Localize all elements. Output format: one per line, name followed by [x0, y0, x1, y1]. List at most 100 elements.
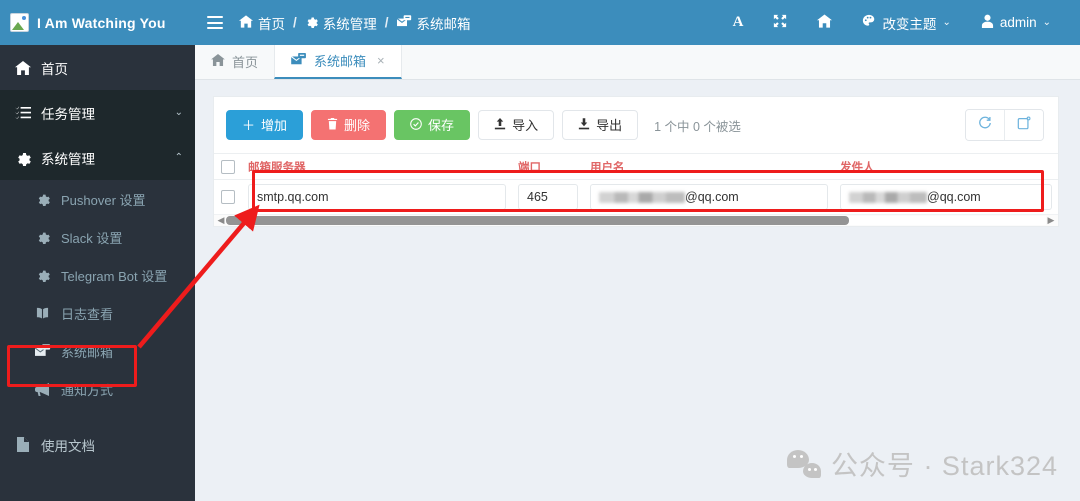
columns-icon: [1017, 116, 1031, 135]
expand-icon: [773, 14, 787, 31]
username-suffix: @qq.com: [685, 190, 739, 204]
tab-mailbox-label: 系统邮箱: [314, 54, 367, 69]
chevron-down-icon: ⌄: [174, 107, 183, 118]
scroll-right-arrow-icon[interactable]: ▶: [1046, 216, 1056, 225]
user-menu[interactable]: admin ⌄: [966, 0, 1066, 45]
export-button[interactable]: 导出: [562, 110, 639, 140]
column-header-port[interactable]: 端口: [512, 154, 584, 180]
sidebar-item-notify[interactable]: 通知方式: [0, 370, 195, 408]
server-input[interactable]: [248, 184, 506, 210]
brand-title: I Am Watching You: [37, 14, 166, 31]
selection-info: 1 个中 0 个被选: [654, 119, 741, 134]
watermark: 公众号 · Stark324: [786, 444, 1058, 483]
tab-strip: 首页 系统邮箱 ×: [195, 44, 1080, 80]
sidebar-item-slack[interactable]: Slack 设置: [0, 218, 195, 256]
grid-table-wrapper: 邮箱服务器 端口 用户名 发件人 smtp.qq.com 465 @qq.com…: [214, 153, 1058, 226]
breadcrumb-item-home[interactable]: 首页: [239, 13, 285, 33]
sidebar-label-notify: 通知方式: [61, 382, 114, 398]
grid-toolbar: ＋ 增加 删除 保存 导入 导出 1 个中 0 个被选: [214, 97, 1058, 153]
cell-port: [512, 179, 584, 214]
sidebar-label-docs: 使用文档: [41, 438, 95, 454]
gear-icon: [14, 150, 31, 166]
scrollbar-track[interactable]: [226, 216, 1046, 225]
home-icon: [211, 54, 225, 69]
cell-sender: @qq.com: [834, 179, 1058, 214]
mailbox-table: 邮箱服务器 端口 用户名 发件人 smtp.qq.com 465 @qq.com…: [214, 154, 1058, 214]
breadcrumb-item-system[interactable]: 系统管理: [305, 13, 377, 33]
row-select-cell: [214, 179, 242, 214]
grid-tool-buttons: [965, 109, 1044, 141]
add-button[interactable]: ＋ 增加: [226, 110, 304, 140]
theme-button-label: 改变主题: [882, 16, 937, 32]
theme-button[interactable]: 改变主题 ⌄: [847, 0, 965, 45]
tab-mailbox[interactable]: 系统邮箱 ×: [274, 44, 402, 79]
sender-input[interactable]: @qq.com: [840, 184, 1052, 210]
column-toggle-button[interactable]: [1004, 110, 1043, 140]
export-button-label: 导出: [596, 117, 623, 133]
file-icon: [14, 437, 31, 452]
select-all-checkbox[interactable]: [221, 160, 235, 174]
refresh-button[interactable]: [966, 110, 1004, 140]
user-icon: [981, 14, 994, 31]
home-icon: [239, 14, 253, 31]
sidebar-item-logs[interactable]: 日志查看: [0, 294, 195, 332]
sidebar-label-slack: Slack 设置: [61, 230, 123, 246]
sidebar-label-tasks: 任务管理: [41, 106, 95, 122]
import-button-label: 导入: [512, 117, 539, 133]
hamburger-icon[interactable]: [207, 16, 223, 29]
column-header-server[interactable]: 邮箱服务器: [242, 154, 512, 180]
palette-icon: [862, 14, 876, 31]
breadcrumb-separator-2: /: [384, 15, 389, 30]
check-circle-icon: [410, 118, 422, 132]
tasks-icon: [14, 105, 31, 120]
scrollbar-thumb[interactable]: [226, 216, 850, 225]
column-header-sender[interactable]: 发件人: [834, 154, 1058, 180]
masked-sender: [849, 191, 927, 203]
sidebar-item-pushover[interactable]: Pushover 设置: [0, 180, 195, 218]
sidebar-item-home[interactable]: 首页: [0, 45, 195, 90]
sidebar-item-tasks[interactable]: 任务管理 ⌄: [0, 90, 195, 135]
cell-server: [242, 179, 512, 214]
refresh-icon: [978, 116, 992, 135]
delete-button[interactable]: 删除: [311, 110, 387, 140]
download-icon: [578, 118, 590, 132]
tab-home[interactable]: 首页: [195, 44, 274, 79]
import-button[interactable]: 导入: [478, 110, 555, 140]
broken-image-icon: [10, 13, 29, 32]
home-button[interactable]: [802, 0, 847, 45]
masked-username: [599, 191, 685, 203]
save-button[interactable]: 保存: [394, 110, 471, 140]
username-input[interactable]: @qq.com: [590, 184, 828, 210]
tab-home-label: 首页: [232, 55, 259, 70]
top-action-buttons: A 改变主题 ⌄ admin ⌄: [718, 0, 1066, 45]
sidebar-item-docs[interactable]: 使用文档: [0, 422, 195, 467]
column-header-username[interactable]: 用户名: [584, 154, 834, 180]
top-navigation-right: 首页 / 系统管理 / 系统邮箱 A 改变主题 ⌄ admin ⌄: [195, 0, 1080, 45]
table-header-row: 邮箱服务器 端口 用户名 发件人: [214, 154, 1058, 180]
breadcrumb: 首页 / 系统管理 / 系统邮箱: [239, 13, 471, 33]
sidebar-label-telegram: Telegram Bot 设置: [61, 268, 168, 284]
fullscreen-button[interactable]: [758, 0, 802, 45]
sidebar-item-telegram[interactable]: Telegram Bot 设置: [0, 256, 195, 294]
port-input[interactable]: [518, 184, 578, 210]
cell-username: @qq.com: [584, 179, 834, 214]
horizontal-scrollbar[interactable]: ◀ ▶: [214, 214, 1058, 226]
chevron-up-icon: ⌃: [174, 152, 183, 163]
gear-icon: [305, 15, 318, 31]
close-icon[interactable]: ×: [377, 53, 385, 68]
sidebar-item-mailbox[interactable]: 系统邮箱: [0, 332, 195, 370]
gear-icon: [34, 268, 51, 282]
font-size-button[interactable]: A: [718, 0, 759, 45]
plus-icon: ＋: [242, 117, 256, 133]
chevron-down-icon: ⌄: [942, 17, 951, 28]
sidebar: 首页 任务管理 ⌄ 系统管理 ⌃ Pushover 设置 Slack 设置 Te…: [0, 45, 195, 501]
letter-a-icon: A: [732, 14, 744, 30]
gear-icon: [34, 230, 51, 244]
sidebar-item-system[interactable]: 系统管理 ⌃: [0, 135, 195, 180]
brand-logo-area[interactable]: I Am Watching You: [0, 0, 195, 45]
row-checkbox[interactable]: [221, 190, 235, 204]
scroll-left-arrow-icon[interactable]: ◀: [216, 216, 226, 225]
delete-button-label: 删除: [344, 117, 371, 133]
application-window: I Am Watching You 首页 / 系统管理 / 系统邮箱 A 改变主…: [0, 0, 1080, 501]
user-menu-label: admin: [999, 15, 1037, 30]
